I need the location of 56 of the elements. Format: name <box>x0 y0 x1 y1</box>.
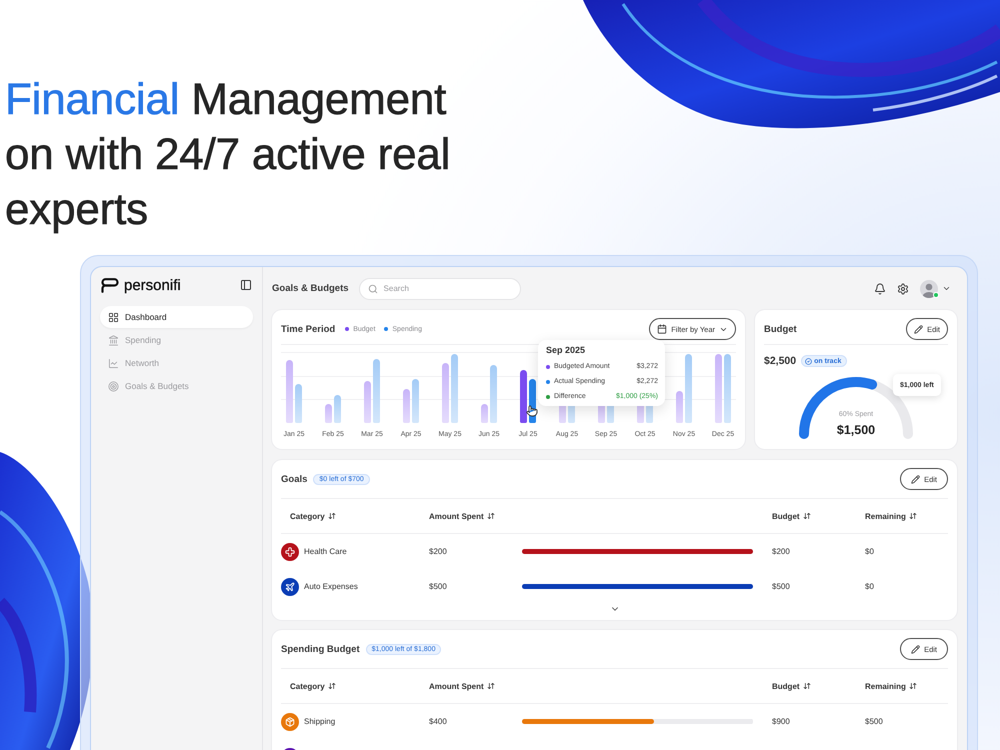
sort-icon <box>802 512 811 520</box>
bank-icon <box>108 334 119 346</box>
column-header[interactable]: Budget <box>772 512 811 520</box>
logo-text: personifi <box>124 276 181 294</box>
budget-total: $2,500 <box>764 355 796 367</box>
remaining-amount: $500 <box>865 717 883 726</box>
column-header[interactable]: Amount Spent <box>429 512 495 520</box>
bell-icon[interactable] <box>874 282 886 294</box>
pencil-icon <box>914 324 924 334</box>
sort-icon <box>908 512 917 520</box>
spent-amount: $1,500 <box>836 423 876 438</box>
sort-icon <box>486 682 495 690</box>
column-header[interactable]: Budget <box>772 682 811 690</box>
amount-spent: $400 <box>429 717 447 726</box>
remaining-amount: $0 <box>865 547 874 556</box>
budget-amount: $200 <box>772 547 790 556</box>
amount-spent: $200 <box>429 547 447 556</box>
card-title: Budget <box>764 324 797 334</box>
remaining-amount: $0 <box>865 582 874 591</box>
headline: Financial Management on with 24/7 active real experts <box>5 74 450 236</box>
sort-icon <box>328 512 336 520</box>
budget-amount: $900 <box>772 717 790 726</box>
column-header[interactable]: Amount Spent <box>429 682 495 690</box>
chevron-down-icon[interactable] <box>942 284 951 293</box>
card-title: Time Period <box>281 324 336 334</box>
column-header[interactable]: Category <box>290 512 336 520</box>
sort-icon <box>802 682 811 690</box>
sidebar-toggle-icon[interactable] <box>240 279 252 291</box>
budget-amount: $500 <box>772 582 790 591</box>
category-name: Health Care <box>304 547 347 556</box>
sort-icon <box>328 682 336 690</box>
card-title: Goals <box>281 474 308 484</box>
amount-spent: $500 <box>429 582 447 591</box>
card-title: Spending Budget <box>281 644 360 654</box>
tooltip-title: Sep 2025 <box>546 345 586 356</box>
sort-icon <box>486 512 495 520</box>
sort-icon <box>908 682 917 690</box>
line-chart-icon <box>108 358 119 368</box>
category-name: Shipping <box>304 717 336 726</box>
search-field[interactable]: Search <box>358 278 521 300</box>
nav-item[interactable]: Dashboard <box>100 306 253 328</box>
logo-icon <box>101 278 119 292</box>
hand-cursor-icon <box>526 405 538 417</box>
pencil-icon <box>911 474 920 484</box>
column-header[interactable]: Remaining <box>865 682 917 690</box>
calendar-icon <box>657 324 668 334</box>
settings-icon[interactable] <box>897 282 909 294</box>
grid-icon <box>108 312 119 322</box>
column-header[interactable]: Category <box>290 682 336 690</box>
search-icon <box>368 284 378 294</box>
page-title: Goals & Budgets <box>272 283 349 294</box>
column-header[interactable]: Remaining <box>865 512 917 520</box>
target-icon <box>108 380 119 392</box>
category-name: Auto Expenses <box>304 582 358 591</box>
check-circle-icon <box>805 358 812 364</box>
pencil-icon <box>911 644 920 654</box>
